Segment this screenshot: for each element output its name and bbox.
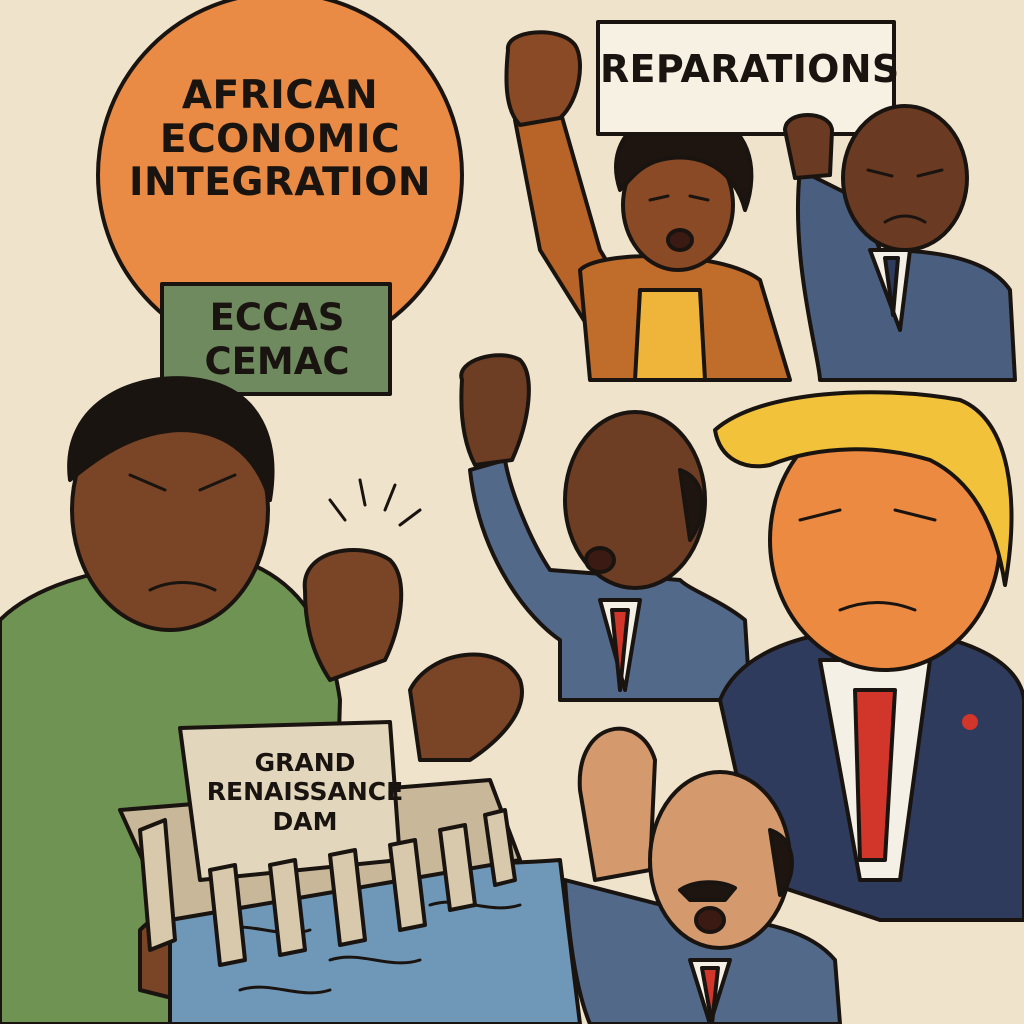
cartoon-illustration: .ink { stroke: #1a1410; stroke-width: 4;… [0,0,1024,1024]
eccas-cemac-text: ECCAS CEMAC [168,296,386,383]
org-line: CEMAC [204,339,350,383]
dam-name-text: GRAND RENAISSANCE DAM [200,748,410,836]
dam-line: RENAISSANCE [206,777,404,807]
title-line: AFRICAN [181,73,379,118]
org-line: ECCAS [209,296,345,339]
title-line: ECONOMIC [159,116,401,162]
dam-line: DAM [272,806,338,836]
economic-integration-title: AFRICAN ECONOMIC INTEGRATION [120,74,440,205]
reparations-text: REPARATIONS [600,47,900,91]
dam-line: GRAND [254,748,356,777]
title-line: INTEGRATION [129,160,431,206]
